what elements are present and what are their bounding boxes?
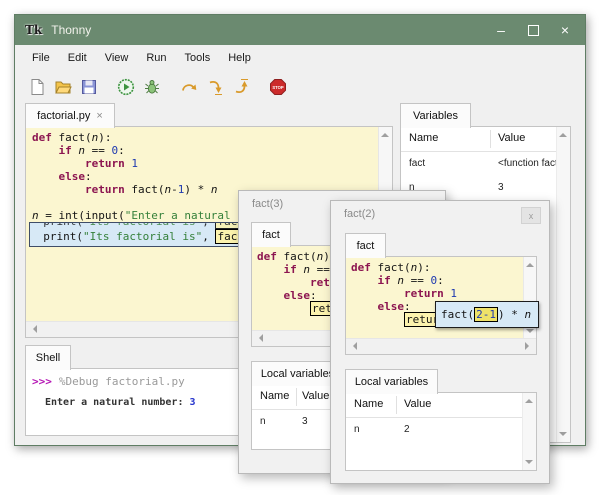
variables-table-header: Name Value	[401, 127, 570, 152]
menu-tools[interactable]: Tools	[176, 49, 220, 67]
shell-prompt: >>>	[32, 375, 52, 388]
maximize-icon	[527, 24, 539, 36]
variables-tab-label: Variables	[412, 110, 459, 122]
scroll-down-icon[interactable]	[525, 460, 533, 468]
toolbar: STOP	[15, 70, 585, 103]
svg-text:STOP: STOP	[272, 84, 284, 89]
fact2-locals-scrollbar[interactable]	[522, 393, 536, 470]
fact2-tab-fact[interactable]: fact	[345, 233, 386, 258]
run-script-icon[interactable]	[116, 77, 136, 97]
column-separator	[296, 388, 297, 406]
column-header-value: Value	[404, 398, 432, 410]
cell-name: n	[354, 424, 360, 435]
shell-command: %Debug factorial.py	[58, 375, 185, 388]
scroll-left-icon[interactable]	[29, 325, 37, 333]
scroll-up-icon[interactable]	[526, 259, 534, 267]
scroll-left-icon[interactable]	[255, 334, 263, 342]
user-input-text: 3	[189, 397, 196, 408]
cell-value: 3	[498, 182, 504, 193]
menu-view[interactable]: View	[96, 49, 138, 67]
window-controls: – ×	[485, 15, 581, 45]
save-file-icon[interactable]	[79, 77, 99, 97]
fact2-tab-local-variables[interactable]: Local variables	[345, 369, 438, 394]
maximize-button[interactable]	[517, 15, 549, 45]
debug-current-script-icon[interactable]	[142, 77, 162, 97]
tab-variables[interactable]: Variables	[400, 103, 471, 128]
new-file-icon[interactable]	[27, 77, 47, 97]
step-into-icon[interactable]	[205, 77, 225, 97]
column-header-value: Value	[498, 132, 526, 144]
column-separator	[396, 396, 397, 414]
column-header-name: Name	[409, 132, 439, 144]
column-header-name: Name	[354, 398, 384, 410]
scroll-right-icon[interactable]	[525, 342, 533, 350]
scroll-down-icon[interactable]	[559, 432, 567, 440]
fact2-tab-label: fact	[356, 240, 375, 252]
menubar: File Edit View Run Tools Help	[15, 45, 585, 70]
close-button[interactable]: ×	[549, 15, 581, 45]
fact2-locals-tab-label: Local variables	[354, 376, 429, 388]
step-out-icon[interactable]	[231, 77, 251, 97]
open-file-icon[interactable]	[53, 77, 73, 97]
fact2-locals-body: n2	[346, 418, 536, 442]
step-over-icon[interactable]	[179, 77, 199, 97]
fact2-close-button[interactable]: x	[521, 207, 541, 224]
fact3-locals-tab-label: Local variables	[260, 368, 335, 380]
column-header-name: Name	[260, 390, 290, 402]
menu-file[interactable]: File	[23, 49, 59, 67]
tab-factorial-py[interactable]: factorial.py ×	[25, 103, 115, 128]
scroll-up-icon[interactable]	[559, 129, 567, 137]
menu-edit[interactable]: Edit	[59, 49, 96, 67]
scroll-down-icon[interactable]	[526, 329, 534, 337]
fact3-window-title: fact(3)	[252, 198, 284, 210]
cell-name: fact	[409, 158, 426, 169]
fact2-locals-header: Name Value	[346, 393, 536, 418]
tab-shell[interactable]: Shell	[25, 345, 71, 370]
stop-icon[interactable]: STOP	[268, 77, 288, 97]
cell-value: 3	[302, 416, 308, 427]
cell-name: n	[260, 416, 266, 427]
menu-help[interactable]: Help	[219, 49, 260, 67]
fact2-horizontal-scrollbar[interactable]	[346, 338, 536, 354]
variables-scrollbar[interactable]	[556, 127, 570, 442]
scroll-up-icon[interactable]	[381, 129, 389, 137]
scroll-up-icon[interactable]	[525, 395, 533, 403]
shell-tab-label: Shell	[35, 352, 61, 364]
fact2-window-title: fact(2)	[344, 208, 376, 220]
column-separator	[490, 130, 491, 148]
fact2-frame-window: fact(2) x fact def fact(n): if n == 0: r…	[330, 200, 550, 484]
window-title: Thonny	[51, 23, 92, 37]
titlebar[interactable]: Tk Thonny – ×	[15, 15, 585, 45]
editor-tab-label: factorial.py	[37, 110, 91, 122]
thonny-logo-icon: Tk	[25, 23, 43, 37]
column-header-value: Value	[302, 390, 330, 402]
minimize-button[interactable]: –	[485, 15, 517, 45]
fact2-locals-frame: Name Value n2	[345, 392, 537, 471]
tab-close-icon[interactable]: ×	[96, 110, 102, 122]
table-row[interactable]: fact <function fact a	[401, 152, 570, 176]
fact3-tab-fact[interactable]: fact	[251, 222, 291, 247]
scroll-left-icon[interactable]	[349, 342, 357, 350]
fact2-evaluated-expression-overlay: fact(2-1) * n	[435, 301, 539, 328]
cell-value: 2	[404, 424, 410, 435]
fact3-tab-label: fact	[262, 229, 280, 241]
table-row[interactable]: n2	[346, 418, 536, 442]
menu-run[interactable]: Run	[137, 49, 175, 67]
program-output-text: Enter a natural number:	[45, 397, 190, 408]
